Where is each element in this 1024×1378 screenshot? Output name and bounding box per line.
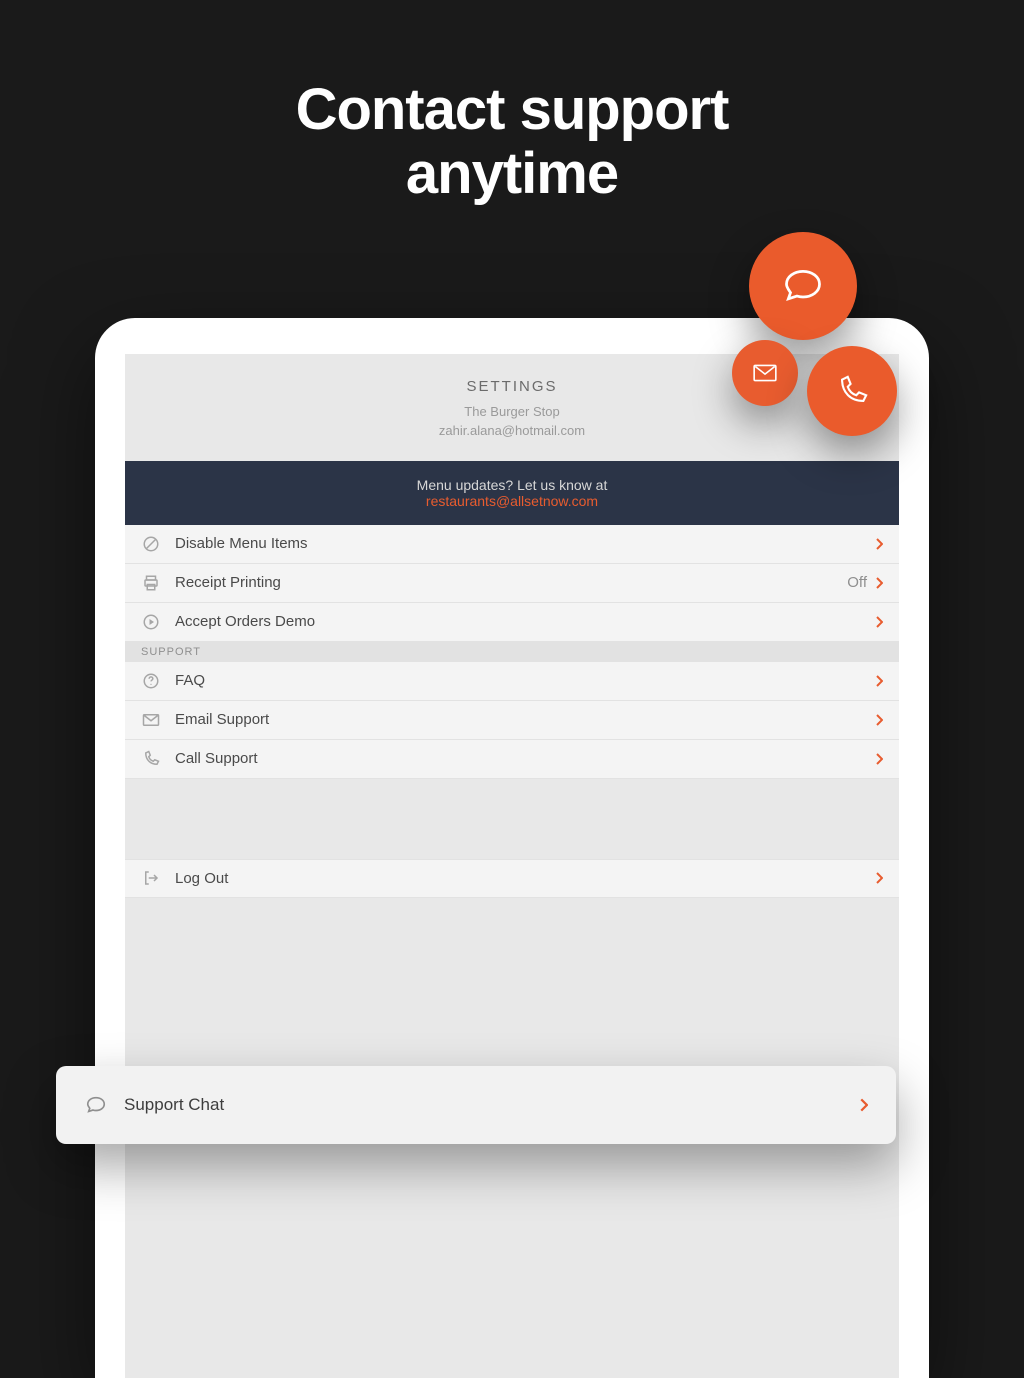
menu-updates-banner: Menu updates? Let us know at restaurants… <box>125 461 899 525</box>
row-faq[interactable]: FAQ <box>125 662 899 701</box>
device-frame: SETTINGS The Burger Stop zahir.alana@hot… <box>95 318 929 1378</box>
fab-email-button[interactable] <box>732 340 798 406</box>
support-chat-gap <box>125 779 899 859</box>
row-support-chat[interactable]: Support Chat <box>56 1066 896 1144</box>
hero-title: Contact support anytime <box>0 0 1024 206</box>
row-email-support[interactable]: Email Support <box>125 701 899 740</box>
ban-icon <box>141 534 161 554</box>
account-email: zahir.alana@hotmail.com <box>439 423 585 438</box>
row-call-support[interactable]: Call Support <box>125 740 899 779</box>
hero-line-1: Contact support <box>296 77 729 142</box>
envelope-icon <box>141 710 161 730</box>
phone-icon <box>835 374 869 408</box>
row-label: Call Support <box>175 750 875 767</box>
hero-line-2: anytime <box>406 141 618 206</box>
chevron-right-icon <box>875 675 883 687</box>
chevron-right-icon <box>875 538 883 550</box>
restaurant-name: The Burger Stop <box>464 404 559 419</box>
chevron-right-icon <box>875 616 883 628</box>
settings-screen: SETTINGS The Burger Stop zahir.alana@hot… <box>125 354 899 1378</box>
section-header-support: SUPPORT <box>125 642 899 662</box>
play-circle-icon <box>141 612 161 632</box>
row-label: Support Chat <box>124 1095 859 1115</box>
chevron-right-icon <box>875 753 883 765</box>
chevron-right-icon <box>875 714 883 726</box>
row-label: Disable Menu Items <box>175 535 875 552</box>
fab-phone-button[interactable] <box>807 346 897 436</box>
chat-bubble-icon <box>84 1093 108 1117</box>
row-label: Email Support <box>175 711 875 728</box>
phone-icon <box>141 749 161 769</box>
banner-text: Menu updates? Let us know at <box>417 477 608 493</box>
fab-chat-button[interactable] <box>749 232 857 340</box>
row-label: Accept Orders Demo <box>175 613 875 630</box>
row-value: Off <box>847 574 867 591</box>
row-accept-orders-demo[interactable]: Accept Orders Demo <box>125 603 899 642</box>
row-receipt-printing[interactable]: Receipt Printing Off <box>125 564 899 603</box>
banner-email-link[interactable]: restaurants@allsetnow.com <box>426 493 598 509</box>
row-label: Receipt Printing <box>175 574 847 591</box>
envelope-icon <box>752 363 778 383</box>
row-label: FAQ <box>175 672 875 689</box>
chevron-right-icon <box>859 1098 868 1112</box>
chat-bubble-icon <box>781 264 825 308</box>
row-label: Log Out <box>175 870 875 887</box>
printer-icon <box>141 573 161 593</box>
row-log-out[interactable]: Log Out <box>125 859 899 898</box>
chevron-right-icon <box>875 577 883 589</box>
settings-subheader: The Burger Stop zahir.alana@hotmail.com <box>125 403 899 441</box>
question-circle-icon <box>141 671 161 691</box>
logout-icon <box>141 868 161 888</box>
row-disable-menu-items[interactable]: Disable Menu Items <box>125 525 899 564</box>
chevron-right-icon <box>875 872 883 884</box>
